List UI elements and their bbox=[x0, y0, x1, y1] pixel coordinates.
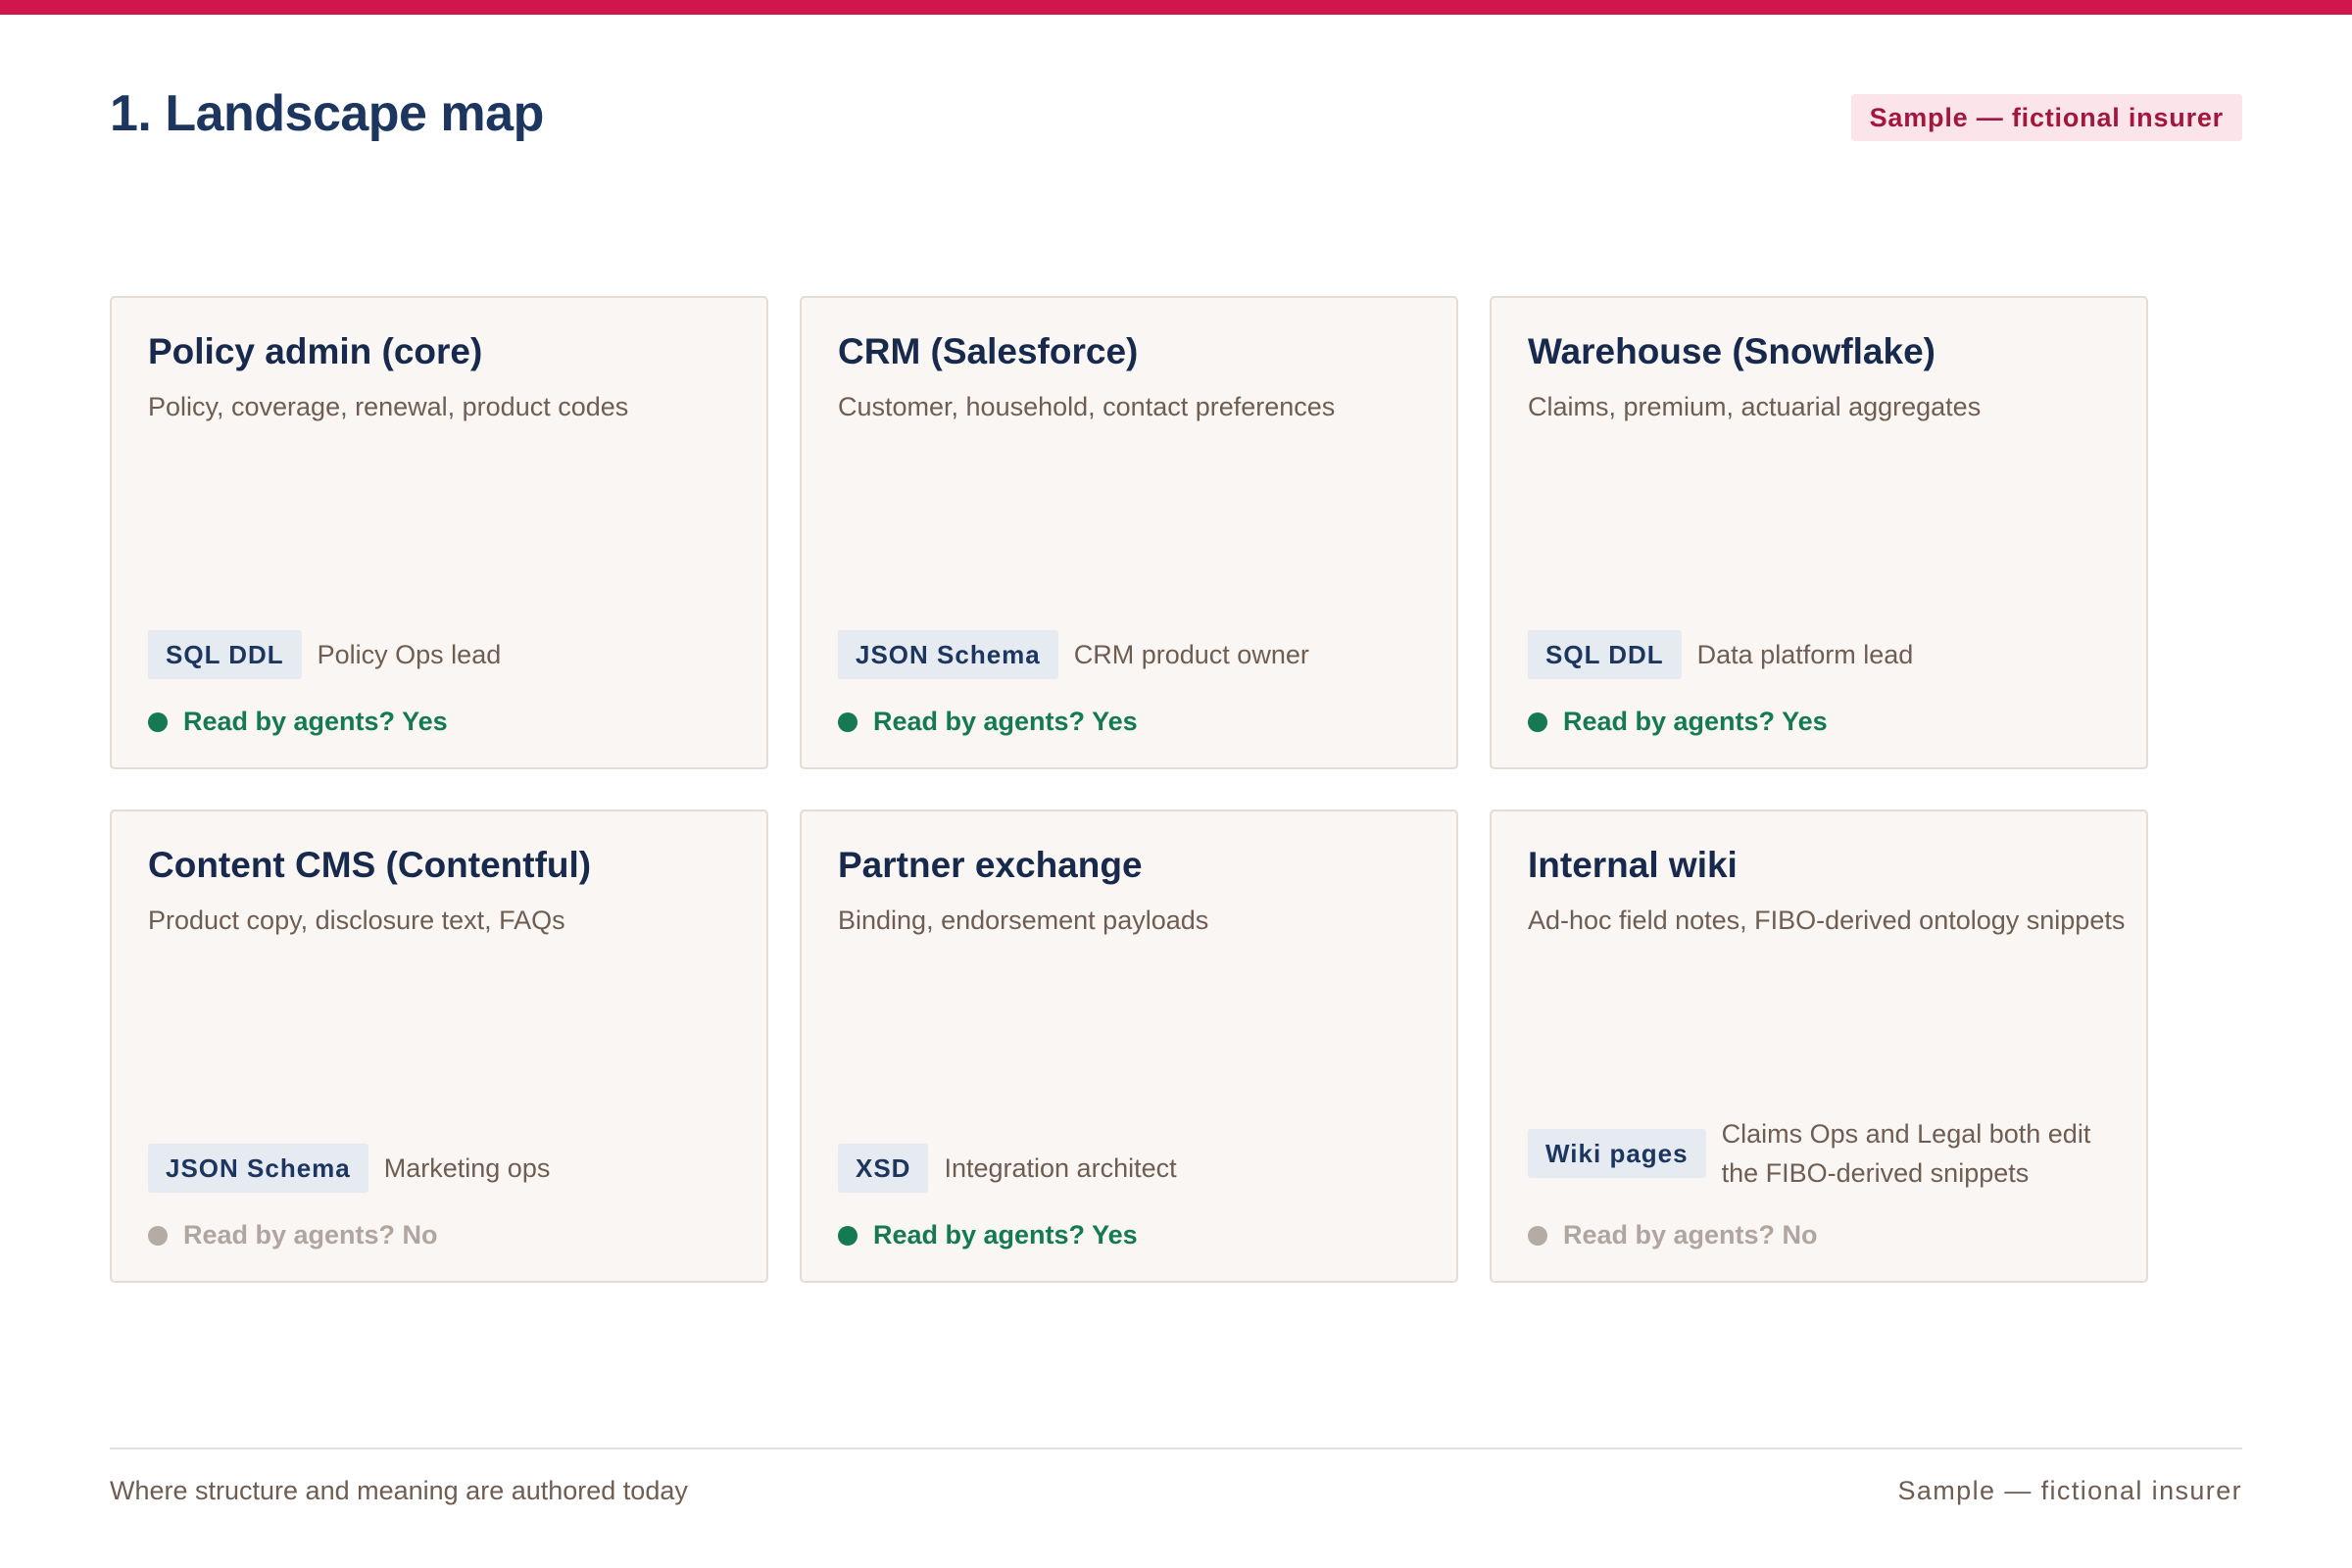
owner-label: Marketing ops bbox=[383, 1153, 551, 1183]
status-dot-icon bbox=[1528, 1225, 1547, 1246]
format-tag: SQL DDL bbox=[1528, 630, 1682, 679]
agent-read-status: Read by agents? Yes bbox=[838, 707, 1138, 737]
format-tag: JSON Schema bbox=[148, 1144, 368, 1193]
card-title: Partner exchange bbox=[838, 845, 1143, 885]
agent-read-label: Read by agents? No bbox=[183, 1220, 438, 1250]
footer-caption: Where structure and meaning are authored… bbox=[110, 1476, 688, 1505]
format-tag: XSD bbox=[838, 1144, 929, 1193]
card-title: CRM (Salesforce) bbox=[838, 331, 1139, 371]
card-title: Warehouse (Snowflake) bbox=[1528, 331, 1936, 371]
card-meta: Wiki pages Claims Ops and Legal both edi… bbox=[1528, 1114, 2117, 1193]
status-dot-icon bbox=[838, 711, 858, 732]
card-description: Customer, household, contact preferences bbox=[838, 392, 1336, 421]
status-dot-icon bbox=[1528, 711, 1547, 732]
system-card-policy-admin: Policy admin (core) Policy, coverage, re… bbox=[110, 296, 768, 769]
accent-bar bbox=[0, 0, 2352, 15]
card-description: Binding, endorsement payloads bbox=[838, 906, 1209, 935]
agent-read-label: Read by agents? No bbox=[1563, 1220, 1818, 1250]
system-card-crm: CRM (Salesforce) Customer, household, co… bbox=[800, 296, 1458, 769]
card-title: Internal wiki bbox=[1528, 845, 1738, 885]
card-meta: JSON Schema Marketing ops bbox=[148, 1144, 737, 1193]
sample-badge: Sample — fictional insurer bbox=[1850, 94, 2242, 141]
format-tag: JSON Schema bbox=[838, 630, 1058, 679]
agent-read-status: Read by agents? No bbox=[148, 1220, 438, 1250]
footer-divider bbox=[110, 1447, 2242, 1449]
agent-read-label: Read by agents? Yes bbox=[873, 707, 1138, 736]
card-meta: XSD Integration architect bbox=[838, 1144, 1427, 1193]
card-title: Content CMS (Contentful) bbox=[148, 845, 592, 885]
page-title: 1. Landscape map bbox=[110, 85, 544, 142]
card-description: Ad-hoc field notes, FIBO-derived ontolog… bbox=[1528, 906, 2126, 935]
card-meta: SQL DDL Policy Ops lead bbox=[148, 630, 737, 679]
card-meta: SQL DDL Data platform lead bbox=[1528, 630, 2117, 679]
format-tag: SQL DDL bbox=[148, 630, 302, 679]
agent-read-label: Read by agents? Yes bbox=[873, 1220, 1138, 1250]
system-card-content-cms: Content CMS (Contentful) Product copy, d… bbox=[110, 809, 768, 1283]
agent-read-label: Read by agents? Yes bbox=[1563, 707, 1828, 736]
status-dot-icon bbox=[148, 711, 168, 732]
card-description: Product copy, disclosure text, FAQs bbox=[148, 906, 565, 935]
card-description: Policy, coverage, renewal, product codes bbox=[148, 392, 629, 421]
system-card-partner-exchange: Partner exchange Binding, endorsement pa… bbox=[800, 809, 1458, 1283]
agent-read-status: Read by agents? Yes bbox=[148, 707, 448, 737]
system-card-warehouse: Warehouse (Snowflake) Claims, premium, a… bbox=[1490, 296, 2148, 769]
format-tag: Wiki pages bbox=[1528, 1129, 1706, 1178]
owner-label: Integration architect bbox=[944, 1153, 1177, 1183]
owner-label: Data platform lead bbox=[1696, 640, 1914, 669]
status-dot-icon bbox=[838, 1225, 858, 1246]
status-dot-icon bbox=[148, 1225, 168, 1246]
system-cards-grid: Policy admin (core) Policy, coverage, re… bbox=[110, 296, 2148, 1283]
owner-label: Claims Ops and Legal both edit the FIBO-… bbox=[1721, 1119, 2091, 1188]
agent-read-status: Read by agents? Yes bbox=[838, 1220, 1138, 1250]
agent-read-status: Read by agents? Yes bbox=[1528, 707, 1828, 737]
card-meta: JSON Schema CRM product owner bbox=[838, 630, 1427, 679]
system-card-internal-wiki: Internal wiki Ad-hoc field notes, FIBO-d… bbox=[1490, 809, 2148, 1283]
card-description: Claims, premium, actuarial aggregates bbox=[1528, 392, 1982, 421]
agent-read-status: Read by agents? No bbox=[1528, 1220, 1818, 1250]
card-title: Policy admin (core) bbox=[148, 331, 483, 371]
owner-label: CRM product owner bbox=[1073, 640, 1309, 669]
owner-label: Policy Ops lead bbox=[317, 640, 502, 669]
footer-sample-label: Sample — fictional insurer bbox=[1897, 1476, 2242, 1505]
agent-read-label: Read by agents? Yes bbox=[183, 707, 448, 736]
